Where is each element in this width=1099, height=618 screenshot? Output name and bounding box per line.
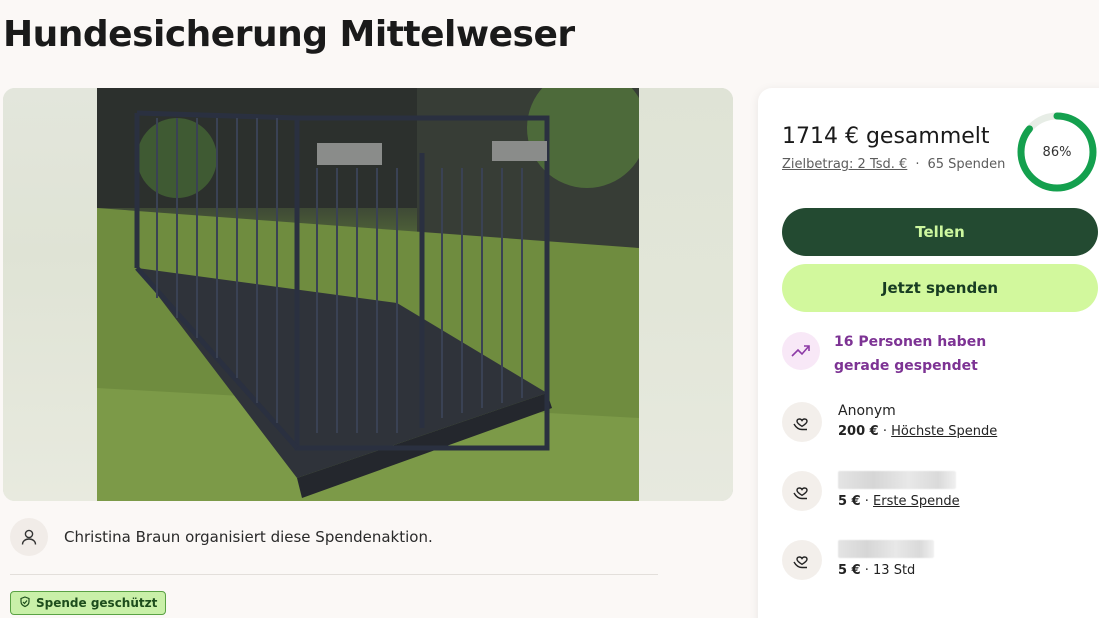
donor-detail: 200 € · Höchste Spende <box>838 424 997 439</box>
donation-count: 65 Spenden <box>927 157 1006 172</box>
donor-sep: · <box>860 494 874 509</box>
trending-up-icon <box>782 332 820 370</box>
person-icon <box>10 518 48 556</box>
heart-hand-icon <box>782 540 822 580</box>
donor-amount: 200 € <box>838 424 879 439</box>
top-donation-link[interactable]: Höchste Spende <box>891 424 997 439</box>
share-button[interactable]: Tellen <box>782 208 1098 256</box>
donor-amount: 5 € <box>838 563 861 578</box>
donor-sep: · <box>878 424 892 439</box>
dog-cage-photo <box>97 88 639 501</box>
heart-hand-icon <box>782 471 822 511</box>
donor-amount: 5 € <box>838 494 861 509</box>
first-donation-link[interactable]: Erste Spende <box>873 494 960 509</box>
organizer-row: Christina Braun organisiert diese Spende… <box>10 518 433 556</box>
badge-label: Spende geschützt <box>36 596 158 610</box>
goal-link[interactable]: Zielbetrag: 2 Tsd. € <box>782 157 907 172</box>
donor-entry: 5 € · Erste Spende <box>782 471 960 511</box>
donation-time: 13 Std <box>873 563 916 578</box>
redacted-donor-name <box>838 540 934 558</box>
recent-donations-notice: 16 Personen haben gerade gespendet <box>782 330 1044 378</box>
redacted-donor-name <box>838 471 956 489</box>
hero-blur-right <box>639 88 733 501</box>
shield-icon <box>19 595 31 611</box>
meta-separator: · <box>915 157 920 172</box>
donate-now-button[interactable]: Jetzt spenden <box>782 264 1098 312</box>
page-title: Hundesicherung Mittelweser <box>3 14 575 55</box>
hero-blur-left <box>3 88 97 501</box>
trend-text: 16 Personen haben gerade gespendet <box>834 334 987 374</box>
campaign-hero-image[interactable] <box>3 88 733 501</box>
donor-entry: Anonym 200 € · Höchste Spende <box>782 402 997 442</box>
heart-hand-icon <box>782 402 822 442</box>
donor-detail: 5 € · 13 Std <box>838 563 934 578</box>
divider <box>10 574 658 575</box>
amount-raised: 1714 € gesammelt <box>782 124 990 149</box>
campaign-meta: Zielbetrag: 2 Tsd. € · 65 Spenden <box>782 157 1005 172</box>
donor-name: Anonym <box>838 403 896 419</box>
donor-detail: 5 € · Erste Spende <box>838 494 960 509</box>
donation-protected-badge[interactable]: Spende geschützt <box>10 591 167 615</box>
progress-percent: 86% <box>1042 144 1072 160</box>
donor-entry: 5 € · 13 Std <box>782 540 934 580</box>
donor-sep: · <box>860 563 874 578</box>
organizer-text: Christina Braun organisiert diese Spende… <box>64 528 433 546</box>
